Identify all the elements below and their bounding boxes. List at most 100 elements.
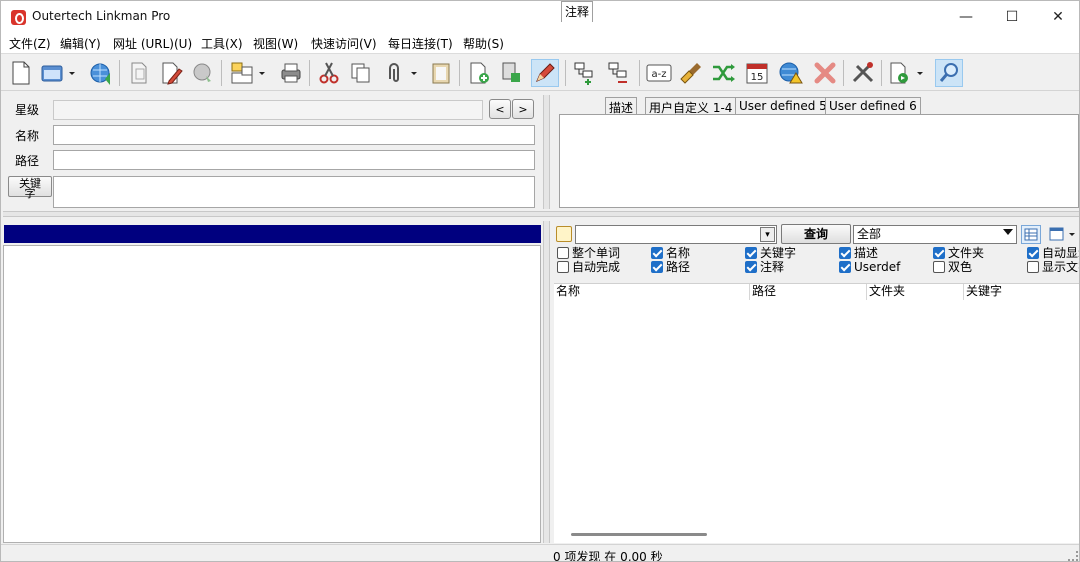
tab-user-defined-5[interactable]: User defined 5: [735, 97, 831, 115]
path-label: 路径: [15, 154, 40, 168]
folder-tree[interactable]: [3, 245, 541, 543]
rating-field[interactable]: [53, 100, 483, 120]
column-path[interactable]: 路径: [750, 284, 867, 300]
option-whole-word[interactable]: 整个单词: [557, 247, 620, 261]
printer-icon[interactable]: [277, 59, 305, 87]
tab-user-defined-6[interactable]: User defined 6: [825, 97, 921, 115]
keyword-field[interactable]: [53, 176, 535, 208]
results-list[interactable]: [554, 283, 1079, 543]
option-show-text[interactable]: 显示文字: [1027, 261, 1079, 275]
view-options-icon[interactable]: [1047, 225, 1079, 244]
menu-quick-access[interactable]: 快速访问(V): [311, 35, 377, 52]
notes-pane[interactable]: [559, 114, 1079, 208]
scope-select[interactable]: 全部: [853, 225, 1017, 244]
menu-bar: 文件(Z) 编辑(Y) 网址 (URL)(U) 工具(X) 视图(W) 快速访问…: [1, 33, 1079, 53]
name-checkbox[interactable]: [651, 247, 663, 259]
minimize-button[interactable]: —: [943, 1, 989, 33]
option-description[interactable]: 描述: [839, 247, 878, 261]
maximize-button[interactable]: ☐: [989, 1, 1035, 33]
notes-checkbox[interactable]: [745, 261, 757, 273]
option-name[interactable]: 名称: [651, 247, 690, 261]
auto-show-checkbox[interactable]: [1027, 247, 1039, 259]
sort-az-icon[interactable]: a-z: [645, 59, 673, 87]
delete-icon[interactable]: [811, 59, 839, 87]
option-keyword[interactable]: 关键字: [745, 247, 796, 261]
scissors-icon[interactable]: [315, 59, 343, 87]
option-notes[interactable]: 注释: [745, 261, 784, 275]
option-two-color[interactable]: 双色: [933, 261, 972, 275]
description-checkbox[interactable]: [839, 247, 851, 259]
menu-daily-links[interactable]: 每日连接(T): [388, 35, 453, 52]
copy-page-icon[interactable]: [125, 59, 153, 87]
keyword-checkbox[interactable]: [745, 247, 757, 259]
keyword-button[interactable]: 关键字: [8, 176, 52, 199]
pencil-icon[interactable]: [531, 59, 559, 87]
window-icon[interactable]: [39, 59, 75, 87]
autocomplete-checkbox[interactable]: [557, 261, 569, 273]
new-link-icon[interactable]: [465, 59, 493, 87]
menu-edit[interactable]: 编辑(Y): [60, 35, 101, 52]
tab-description[interactable]: 描述: [605, 97, 638, 115]
paperclip-icon[interactable]: [381, 59, 417, 87]
resize-grip-icon[interactable]: [1068, 551, 1078, 561]
show-text-checkbox[interactable]: [1027, 261, 1039, 273]
horizontal-splitter[interactable]: [3, 211, 1079, 217]
export-icon[interactable]: [887, 59, 923, 87]
close-button[interactable]: ✕: [1035, 1, 1079, 33]
search-dropdown-arrow-icon[interactable]: ▾: [760, 227, 775, 242]
column-name[interactable]: 名称: [554, 284, 750, 300]
add-item-icon[interactable]: [497, 59, 525, 87]
menu-help[interactable]: 帮助(S): [463, 35, 504, 52]
edit-page-icon[interactable]: [157, 59, 185, 87]
broom-icon[interactable]: [677, 59, 705, 87]
search-input[interactable]: ▾: [575, 225, 777, 244]
calendar-day: 15: [751, 72, 764, 83]
tab-notes[interactable]: 注释: [561, 1, 594, 22]
add-folder-icon[interactable]: [571, 59, 599, 87]
whole-word-checkbox[interactable]: [557, 247, 569, 259]
globe-warning-icon[interactable]: [777, 59, 805, 87]
tools-icon[interactable]: [849, 59, 877, 87]
menu-tools[interactable]: 工具(X): [201, 35, 243, 52]
path-checkbox[interactable]: [651, 261, 663, 273]
app-window: Outertech Linkman Pro — ☐ ✕ 文件(Z) 编辑(Y) …: [0, 0, 1080, 562]
option-path[interactable]: 路径: [651, 261, 690, 275]
path-field[interactable]: [53, 150, 535, 170]
option-folder[interactable]: 文件夹: [933, 247, 984, 261]
name-label: 名称: [15, 129, 40, 143]
tab-user-defined-1-4[interactable]: 用户自定义 1-4: [645, 97, 737, 115]
folder-checkbox[interactable]: [933, 247, 945, 259]
option-userdef[interactable]: Userdef: [839, 261, 900, 275]
prev-button[interactable]: <: [489, 99, 511, 119]
shuffle-icon[interactable]: [709, 59, 737, 87]
top-vertical-splitter[interactable]: [543, 95, 550, 209]
query-button[interactable]: 查询: [781, 224, 851, 244]
remove-folder-icon[interactable]: [605, 59, 633, 87]
next-button[interactable]: >: [512, 99, 534, 119]
status-text: 0 项发现 在 0,00 秒: [553, 550, 663, 562]
grid-view-icon[interactable]: [1021, 225, 1041, 244]
layout-icon[interactable]: [229, 59, 265, 87]
folder-tree-header[interactable]: [4, 225, 541, 243]
globe-person-icon[interactable]: [87, 59, 115, 87]
search-icon[interactable]: [935, 59, 963, 87]
horizontal-scrollbar[interactable]: [571, 533, 707, 536]
two-color-checkbox[interactable]: [933, 261, 945, 273]
calendar-icon[interactable]: 15: [743, 59, 771, 87]
search-history-icon[interactable]: [556, 226, 572, 242]
clipboard-icon[interactable]: [427, 59, 455, 87]
bottom-vertical-splitter[interactable]: [543, 221, 550, 543]
option-auto-show[interactable]: 自动显示: [1027, 247, 1079, 261]
name-field[interactable]: [53, 125, 535, 145]
new-file-icon[interactable]: [7, 59, 35, 87]
option-autocomplete[interactable]: 自动完成: [557, 261, 620, 275]
menu-file[interactable]: 文件(Z): [9, 35, 51, 52]
column-keywords[interactable]: 关键字: [964, 284, 1079, 300]
globe-arrow-icon[interactable]: [189, 59, 217, 87]
copy-icon[interactable]: [347, 59, 375, 87]
userdef-checkbox[interactable]: [839, 261, 851, 273]
menu-url[interactable]: 网址 (URL)(U): [113, 35, 192, 52]
column-folder[interactable]: 文件夹: [867, 284, 964, 300]
menu-view[interactable]: 视图(W): [253, 35, 298, 52]
rating-label: 星级: [15, 103, 40, 117]
